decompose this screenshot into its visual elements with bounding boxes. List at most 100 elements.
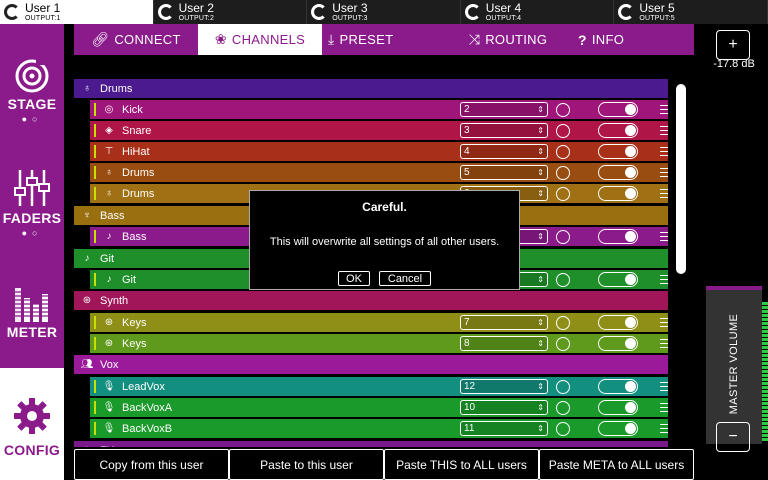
group-row-vox[interactable]: 👥︎ Vox (74, 355, 668, 374)
toggle-knob (625, 338, 636, 349)
group-row-fx[interactable]: ✦ FX (74, 441, 668, 447)
bass-icon: ♆ (83, 210, 91, 221)
drag-handle-icon[interactable] (660, 403, 668, 412)
input-select[interactable]: 11 ⇕ (460, 421, 548, 436)
channel-row-snare[interactable]: ◈ Snare 3 ⇕ (90, 121, 668, 140)
pan-knob[interactable] (556, 379, 570, 394)
ok-button[interactable]: OK (338, 271, 370, 286)
scrollbar-thumb[interactable] (676, 84, 686, 274)
tab-preset[interactable]: ⤓ PRESET (322, 24, 446, 55)
enable-toggle[interactable] (598, 421, 638, 436)
drag-handle-icon[interactable] (660, 232, 668, 241)
drag-handle-icon[interactable] (660, 424, 668, 433)
tab-routing-label: ROUTING (485, 32, 548, 47)
input-select[interactable]: 8 ⇕ (460, 336, 548, 351)
sidebar-item-meter[interactable]: METER (0, 282, 64, 340)
enable-toggle[interactable] (598, 272, 638, 287)
enable-toggle[interactable] (598, 400, 638, 415)
tab-connect[interactable]: 🔗︎ CONNECT (74, 24, 198, 55)
enable-toggle[interactable] (598, 123, 638, 138)
page-dots: ●○ (21, 114, 43, 124)
channel-name: Keys (122, 316, 147, 329)
cancel-button[interactable]: Cancel (379, 271, 431, 286)
enable-toggle[interactable] (598, 144, 638, 159)
sidebar-item-stage[interactable]: STAGE ●○ (0, 58, 64, 124)
pan-knob[interactable] (556, 165, 570, 180)
enable-toggle[interactable] (598, 336, 638, 351)
drag-handle-icon[interactable] (660, 275, 668, 284)
pan-knob[interactable] (556, 400, 570, 415)
sidebar-label-meter: METER (6, 324, 58, 340)
enable-toggle[interactable] (598, 165, 638, 180)
input-select[interactable]: 2 ⇕ (460, 102, 548, 117)
toggle-knob (625, 104, 636, 115)
tab-channels[interactable]: ❀ CHANNELS (198, 24, 322, 55)
drag-handle-icon[interactable] (660, 105, 668, 114)
input-select[interactable]: 12 ⇕ (460, 379, 548, 394)
drag-handle-icon[interactable] (660, 318, 668, 327)
group-row-synth[interactable]: ⊛ Synth (74, 291, 668, 310)
synth-icon: ⊛ (104, 317, 114, 328)
input-select[interactable]: 10 ⇕ (460, 400, 548, 415)
sidebar-item-faders[interactable]: FADERS ●○ (0, 168, 64, 238)
tab-connect-label: CONNECT (114, 32, 181, 47)
enable-toggle[interactable] (598, 102, 638, 117)
channel-row-backvoxb[interactable]: 🎙︎ BackVoxB 11 ⇕ (90, 419, 668, 438)
enable-toggle[interactable] (598, 379, 638, 394)
drag-handle-icon[interactable] (660, 382, 668, 391)
paste-meta-to-all-button[interactable]: Paste META to ALL users (539, 449, 694, 480)
user-tab-2[interactable]: User 2 OUTPUT:2 (154, 0, 308, 24)
level-bar (94, 337, 96, 350)
user-tab-1[interactable]: User 1 OUTPUT:1 (0, 0, 154, 24)
drag-handle-icon[interactable] (660, 168, 668, 177)
channel-row-hihat[interactable]: ⊤ HiHat 4 ⇕ (90, 142, 668, 161)
input-select-value: 3 (464, 125, 470, 136)
synth-icon: ⊛ (82, 295, 92, 306)
channel-name: Snare (122, 124, 152, 137)
paste-this-to-all-button[interactable]: Paste THIS to ALL users (384, 449, 539, 480)
channel-row-drums[interactable]: ♁ Drums 5 ⇕ (90, 163, 668, 182)
pan-knob[interactable] (556, 336, 570, 351)
channel-row-leadvox[interactable]: 🎙︎ LeadVox 12 ⇕ (90, 377, 668, 396)
drag-handle-icon[interactable] (660, 339, 668, 348)
pan-knob[interactable] (556, 315, 570, 330)
group-row-drums[interactable]: ♁ Drums (74, 79, 668, 98)
drag-handle-icon[interactable] (660, 126, 668, 135)
drag-handle-icon[interactable] (660, 147, 668, 156)
pan-knob[interactable] (556, 272, 570, 287)
input-select[interactable]: 5 ⇕ (460, 165, 548, 180)
tab-info[interactable]: ? INFO (570, 24, 694, 55)
paste-to-user-button[interactable]: Paste to this user (229, 449, 384, 480)
user-tab-4[interactable]: User 4 OUTPUT:4 (461, 0, 615, 24)
master-panel: + -17.8 dB MASTER VOLUME − (706, 24, 768, 480)
channel-row-keys-2[interactable]: ⊛ Keys 8 ⇕ (90, 334, 668, 353)
channel-row-keys[interactable]: ⊛ Keys 7 ⇕ (90, 313, 668, 332)
channel-row-kick[interactable]: ◎ Kick 2 ⇕ (90, 100, 668, 119)
pan-knob[interactable] (556, 186, 570, 201)
pan-knob[interactable] (556, 102, 570, 117)
sidebar-item-config[interactable]: CONFIG (0, 368, 64, 480)
mic-icon: 🎙︎ (102, 423, 116, 434)
sidebar: STAGE ●○ FADERS ●○ METER CONFIG (0, 24, 64, 480)
copy-from-user-button[interactable]: Copy from this user (74, 449, 229, 480)
enable-toggle[interactable] (598, 315, 638, 330)
channel-row-backvoxa[interactable]: 🎙︎ BackVoxA 10 ⇕ (90, 398, 668, 417)
volume-up-button[interactable]: + (716, 30, 750, 60)
pan-knob[interactable] (556, 421, 570, 436)
user-tab-5[interactable]: User 5 OUTPUT:5 (614, 0, 768, 24)
input-select[interactable]: 3 ⇕ (460, 123, 548, 138)
tab-routing[interactable]: ⤨ ROUTING (446, 24, 570, 55)
drag-handle-icon[interactable] (660, 189, 668, 198)
pan-knob[interactable] (556, 144, 570, 159)
pan-knob[interactable] (556, 229, 570, 244)
dialog-title: Careful. (362, 200, 407, 214)
input-select[interactable]: 4 ⇕ (460, 144, 548, 159)
volume-down-button[interactable]: − (716, 422, 750, 452)
pan-knob[interactable] (556, 123, 570, 138)
sidebar-label-config: CONFIG (3, 442, 61, 458)
input-select[interactable]: 7 ⇕ (460, 315, 548, 330)
user-tab-3[interactable]: User 3 OUTPUT:3 (307, 0, 461, 24)
enable-toggle[interactable] (598, 229, 638, 244)
enable-toggle[interactable] (598, 186, 638, 201)
user-tab-name: User 1 (25, 1, 61, 15)
